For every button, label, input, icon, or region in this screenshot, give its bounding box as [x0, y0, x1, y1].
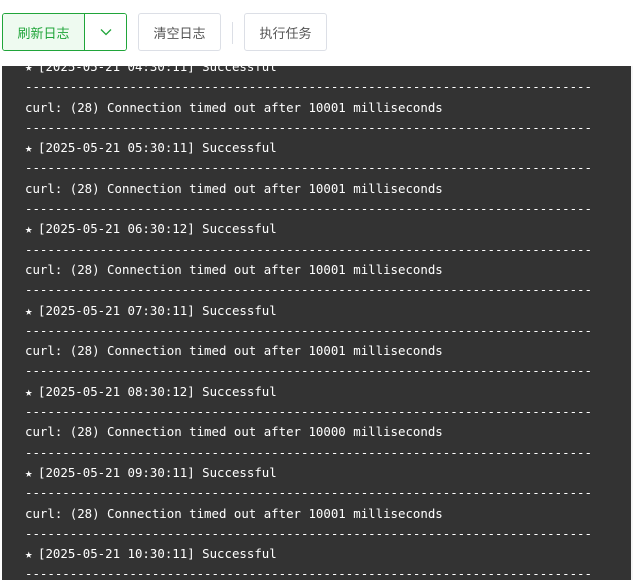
- log-status-text: [2025-05-21 07:30:11] Successful: [38, 302, 277, 318]
- star-icon: ★: [25, 140, 33, 156]
- log-separator: ----------------------------------------…: [25, 119, 592, 135]
- log-status-text: [2025-05-21 05:30:11] Successful: [38, 140, 277, 156]
- log-separator: ----------------------------------------…: [25, 525, 592, 541]
- log-error-line: curl: (28) Connection timed out after 10…: [25, 261, 443, 277]
- log-separator: ----------------------------------------…: [25, 322, 592, 338]
- log-error-line: curl: (28) Connection timed out after 10…: [25, 505, 443, 521]
- log-status-line: ★ [2025-05-21 09:30:11] Successful: [25, 463, 631, 483]
- log-separator: ----------------------------------------…: [25, 160, 592, 176]
- log-toolbar: 刷新日志 清空日志 执行任务: [0, 0, 633, 66]
- chevron-down-icon: [100, 29, 111, 36]
- log-separator: ----------------------------------------…: [25, 404, 592, 420]
- star-icon: ★: [25, 464, 33, 480]
- log-separator: ----------------------------------------…: [25, 79, 592, 95]
- log-status-line: ★ [2025-05-21 06:30:12] Successful: [25, 219, 631, 239]
- log-separator: ----------------------------------------…: [25, 363, 592, 379]
- star-icon: ★: [25, 383, 33, 399]
- log-status-line: ★ [2025-05-21 10:30:11] Successful: [25, 544, 631, 564]
- clear-log-button[interactable]: 清空日志: [138, 13, 221, 51]
- star-icon: ★: [25, 221, 33, 237]
- log-status-line: ★ [2025-05-21 08:30:12] Successful: [25, 382, 631, 402]
- log-status-text: [2025-05-21 08:30:12] Successful: [38, 383, 277, 399]
- star-icon: ★: [25, 66, 33, 74]
- log-separator: ----------------------------------------…: [25, 444, 592, 460]
- toolbar-divider: [232, 22, 233, 44]
- log-error-line: curl: (28) Connection timed out after 10…: [25, 424, 443, 440]
- log-error-line: curl: (28) Connection timed out after 10…: [25, 99, 443, 115]
- log-separator: ----------------------------------------…: [25, 241, 592, 257]
- log-separator: ----------------------------------------…: [25, 485, 592, 501]
- log-status-text: [2025-05-21 09:30:11] Successful: [38, 464, 277, 480]
- star-icon: ★: [25, 302, 33, 318]
- refresh-options-dropdown[interactable]: [85, 14, 126, 50]
- log-error-line: curl: (28) Connection timed out after 10…: [25, 180, 443, 196]
- log-status-text: [2025-05-21 04:30:11] Successful: [38, 66, 277, 74]
- log-separator: ----------------------------------------…: [25, 282, 592, 298]
- log-separator: ----------------------------------------…: [25, 201, 592, 217]
- execute-task-button[interactable]: 执行任务: [244, 13, 327, 51]
- log-status-line: ★ [2025-05-21 07:30:11] Successful: [25, 301, 631, 321]
- log-status-text: [2025-05-21 10:30:11] Successful: [38, 546, 277, 562]
- refresh-log-button[interactable]: 刷新日志: [3, 14, 85, 50]
- log-separator: ----------------------------------------…: [25, 566, 592, 580]
- star-icon: ★: [25, 546, 33, 562]
- log-output-panel[interactable]: ★ [2025-05-21 04:30:11] Successful -------…: [2, 66, 631, 580]
- log-status-line: ★ [2025-05-21 05:30:11] Successful: [25, 138, 631, 158]
- log-status-line: ★ [2025-05-21 04:30:11] Successful: [25, 66, 631, 77]
- refresh-button-group: 刷新日志: [2, 13, 127, 51]
- log-status-text: [2025-05-21 06:30:12] Successful: [38, 221, 277, 237]
- log-content: ★ [2025-05-21 04:30:11] Successful -------…: [25, 66, 631, 580]
- log-error-line: curl: (28) Connection timed out after 10…: [25, 343, 443, 359]
